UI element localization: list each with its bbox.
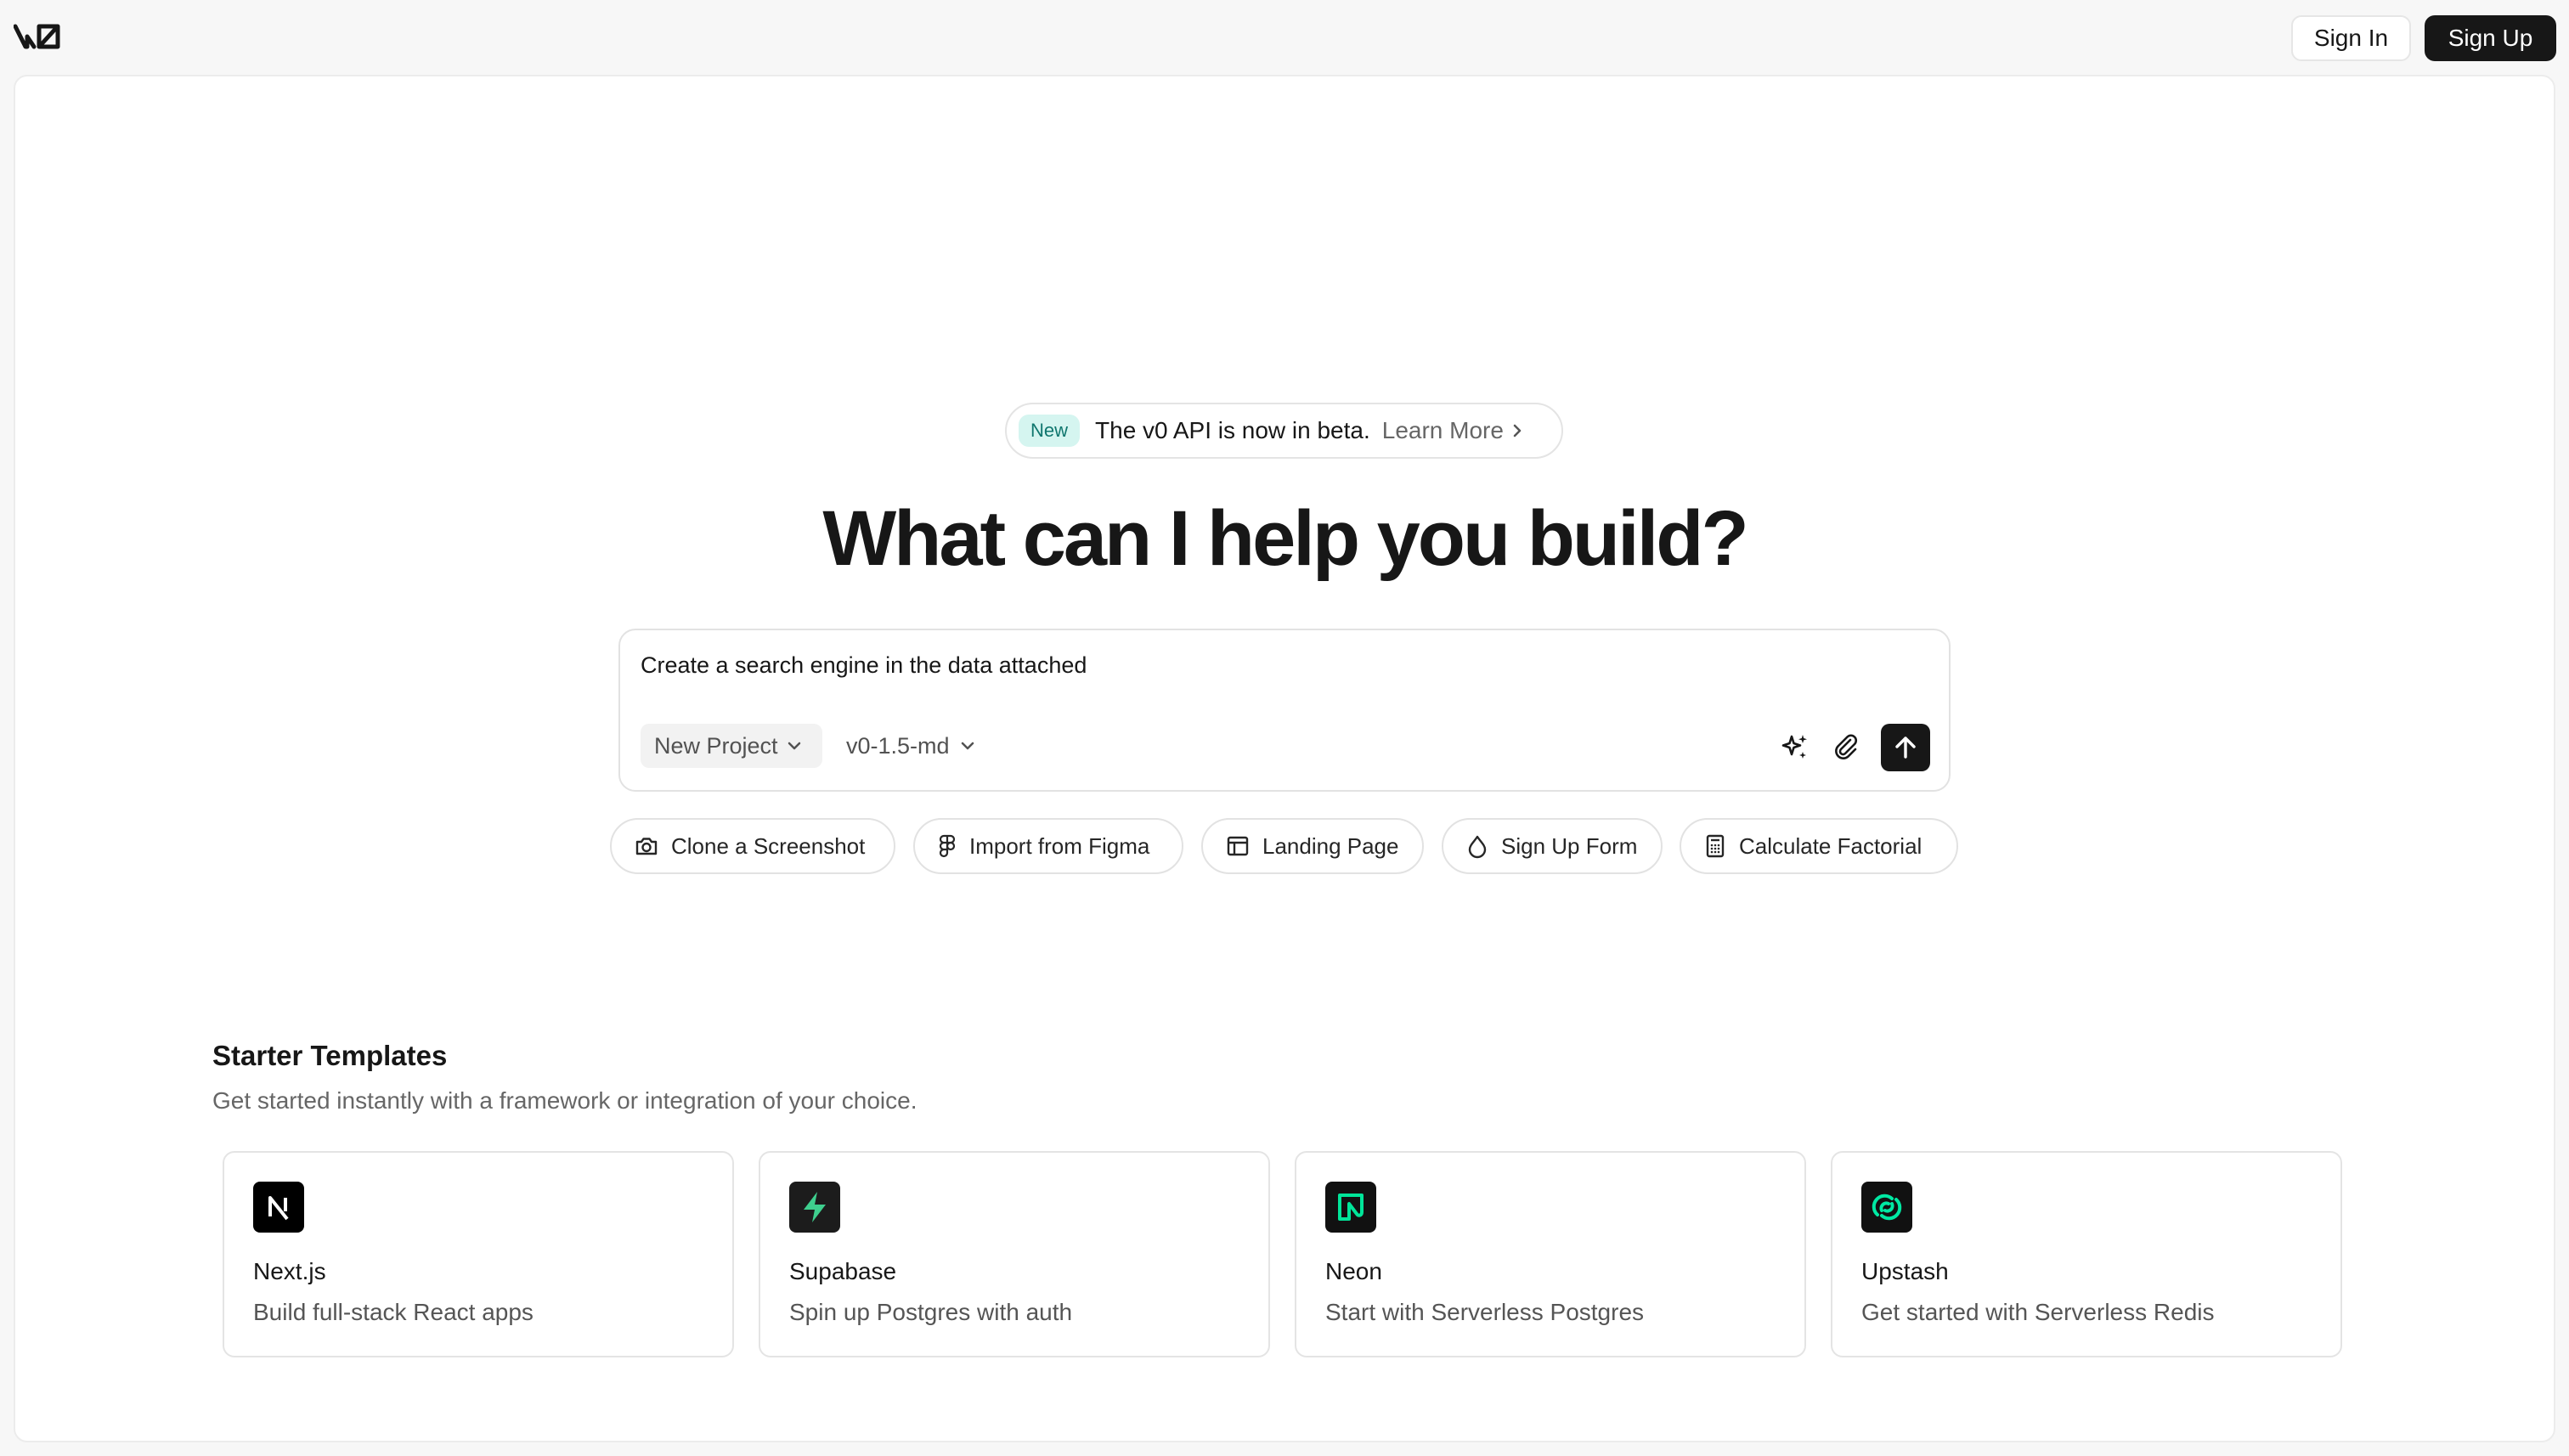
layout-icon xyxy=(1227,836,1249,856)
project-selector-label: New Project xyxy=(654,732,778,759)
suggestion-label: Sign Up Form xyxy=(1501,832,1638,859)
suggestion-landing-page[interactable]: Landing Page xyxy=(1201,818,1424,874)
template-card-supabase[interactable]: Supabase Spin up Postgres with auth xyxy=(759,1151,1270,1357)
droplet-icon xyxy=(1468,835,1487,859)
learn-more-link[interactable]: Learn More xyxy=(1382,417,1524,444)
arrow-up-icon xyxy=(1895,736,1916,759)
chevron-down-icon xyxy=(788,742,800,750)
prompt-input[interactable]: Create a search engine in the data attac… xyxy=(641,652,1087,679)
starter-templates-subtitle: Get started instantly with a framework o… xyxy=(212,1087,918,1114)
template-card-nextjs[interactable]: Next.js Build full-stack React apps xyxy=(223,1151,734,1357)
suggestion-clone-screenshot[interactable]: Clone a Screenshot xyxy=(610,818,895,874)
template-name: Neon xyxy=(1325,1258,1382,1284)
suggestion-chips: Clone a Screenshot Import from Figma Lan… xyxy=(0,818,2569,876)
template-name: Next.js xyxy=(253,1258,326,1284)
announcement-text: The v0 API is now in beta. xyxy=(1095,417,1370,443)
send-button[interactable] xyxy=(1881,724,1930,771)
template-description: Get started with Serverless Redis xyxy=(1861,1299,2215,1325)
camera-icon xyxy=(635,838,658,855)
top-bar: Sign In Sign Up xyxy=(0,0,2569,75)
announcement-banner[interactable]: New The v0 API is now in beta. Learn Mor… xyxy=(1005,403,1563,459)
calculator-icon xyxy=(1706,834,1725,858)
enhance-prompt-button[interactable] xyxy=(1772,724,1818,770)
project-selector[interactable]: New Project xyxy=(641,724,822,768)
chevron-right-icon xyxy=(1513,424,1522,437)
suggestion-label: Clone a Screenshot xyxy=(671,832,866,859)
chevron-down-icon xyxy=(961,742,974,750)
prompt-composer[interactable]: Create a search engine in the data attac… xyxy=(618,629,1951,792)
template-name: Supabase xyxy=(789,1258,897,1284)
template-description: Spin up Postgres with auth xyxy=(789,1299,1073,1325)
suggestion-label: Landing Page xyxy=(1262,832,1399,859)
sign-in-button[interactable]: Sign In xyxy=(2291,15,2411,61)
new-badge: New xyxy=(1019,415,1081,447)
model-selector[interactable]: v0-1.5-md xyxy=(846,724,999,768)
suggestion-label: Import from Figma xyxy=(969,832,1150,859)
page-headline: What can I help you build? xyxy=(822,495,1748,582)
suggestion-import-figma[interactable]: Import from Figma xyxy=(913,818,1183,874)
model-selector-label: v0-1.5-md xyxy=(846,732,950,759)
upstash-icon xyxy=(1861,1182,1912,1233)
neon-icon xyxy=(1325,1182,1376,1233)
template-description: Start with Serverless Postgres xyxy=(1325,1299,1645,1325)
sparkles-icon xyxy=(1781,735,1807,759)
sign-up-button[interactable]: Sign Up xyxy=(2425,15,2556,61)
learn-more-label: Learn More xyxy=(1381,417,1504,443)
v0-logo-icon[interactable] xyxy=(13,22,63,51)
starter-templates-title: Starter Templates xyxy=(212,1040,448,1071)
supabase-icon xyxy=(789,1182,840,1233)
template-name: Upstash xyxy=(1861,1258,1949,1284)
suggestion-calculate-factorial[interactable]: Calculate Factorial xyxy=(1680,818,1958,874)
suggestion-label: Calculate Factorial xyxy=(1739,832,1923,859)
nextjs-icon xyxy=(253,1182,304,1233)
attach-button[interactable] xyxy=(1823,724,1869,770)
paperclip-icon xyxy=(1835,734,1857,759)
suggestion-sign-up-form[interactable]: Sign Up Form xyxy=(1442,818,1663,874)
template-card-upstash[interactable]: Upstash Get started with Serverless Redi… xyxy=(1831,1151,2342,1357)
template-description: Build full-stack React apps xyxy=(253,1299,534,1325)
template-card-neon[interactable]: Neon Start with Serverless Postgres xyxy=(1295,1151,1806,1357)
figma-icon xyxy=(939,834,956,858)
